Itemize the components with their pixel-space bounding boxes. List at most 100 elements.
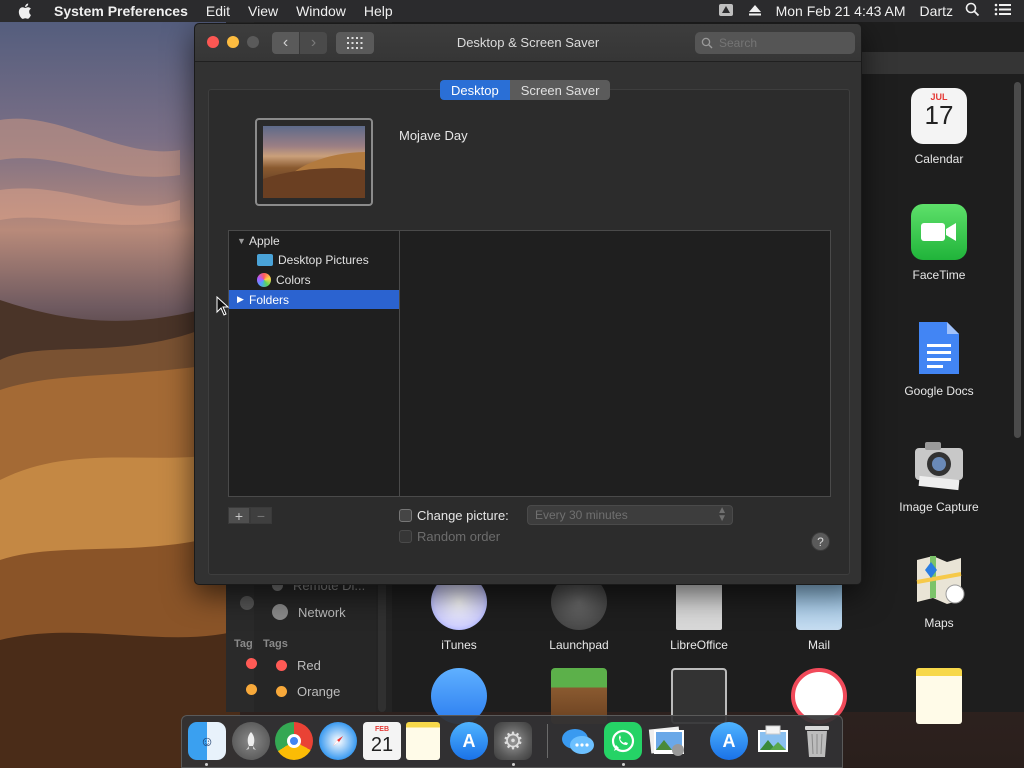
wallpaper-thumbnail (263, 126, 365, 198)
app-launchpad[interactable]: Launchpad (524, 574, 634, 652)
sidebar-item-hidden (240, 596, 264, 610)
dock-messages[interactable] (559, 722, 597, 760)
change-interval-value: Every 30 minutes (535, 508, 628, 522)
change-interval-select[interactable]: Every 30 minutes ▲ ▼ (527, 505, 733, 525)
dock-notes[interactable] (406, 722, 440, 760)
app-calendar[interactable]: JUL 17 Calendar (884, 88, 994, 166)
app-label: FaceTime (912, 268, 966, 282)
search-field[interactable] (695, 32, 855, 54)
add-folder-button[interactable]: + (228, 507, 250, 524)
desktop-screensaver-window: ‹ › Desktop & Screen Saver Desktop Scree… (194, 23, 862, 585)
app-image-capture[interactable]: Image Capture (884, 436, 994, 514)
menu-bar: System Preferences Edit View Window Help… (0, 0, 1024, 22)
source-colors[interactable]: Colors (229, 270, 399, 289)
calendar-day: 17 (924, 100, 954, 130)
whatsapp-icon (611, 729, 635, 753)
menu-help[interactable]: Help (364, 3, 393, 19)
compass-icon (333, 736, 343, 746)
image-viewer-icon (758, 725, 788, 752)
app-notes-partial[interactable] (884, 668, 994, 724)
color-wheel-icon (257, 272, 271, 287)
finder-toolbar-search[interactable] (862, 52, 1024, 74)
app-maps[interactable]: Maps (884, 552, 994, 630)
preview-photos-icon (648, 726, 684, 756)
globe-icon (240, 596, 254, 610)
orange-tag-dot-icon (276, 686, 287, 697)
disclosure-triangle-right-icon[interactable]: ▶ (237, 294, 247, 305)
folder-icon (257, 253, 273, 266)
trash-icon (805, 726, 829, 757)
dock-separator (547, 724, 548, 758)
app-libreoffice[interactable]: LibreOffice (644, 574, 754, 652)
random-order-checkbox[interactable] (399, 530, 412, 543)
sidebar-scrollbar[interactable] (378, 572, 386, 712)
source-apple[interactable]: ▼ Apple (229, 231, 399, 250)
dock-finder[interactable]: ☺ (188, 722, 226, 760)
finder-scrollbar[interactable] (1014, 82, 1021, 438)
change-picture-checkbox[interactable] (399, 509, 412, 522)
dock-chrome[interactable] (275, 722, 313, 760)
menu-clock[interactable]: Mon Feb 21 4:43 AM (776, 3, 906, 19)
sidebar-tag-red[interactable]: Red (276, 658, 321, 673)
dock-calendar-month: FEB (375, 726, 389, 733)
app-mail[interactable]: Mail (764, 574, 874, 652)
random-order-label: Random order (417, 529, 501, 544)
chevron-up-down-icon: ▲ ▼ (717, 505, 727, 524)
sidebar-item-label: Network (298, 604, 346, 620)
sidebar-item-network[interactable]: Network (272, 604, 346, 620)
network-globe-icon (272, 604, 288, 620)
disclosure-triangle-down-icon[interactable]: ▼ (237, 236, 247, 246)
sidebar-tags-header: Tags (263, 638, 288, 650)
dock-app-store-2[interactable]: A (710, 722, 748, 760)
tab-screen-saver[interactable]: Screen Saver (509, 80, 611, 100)
menu-window[interactable]: Window (296, 3, 346, 19)
source-label: Colors (276, 272, 311, 287)
rocket-icon (246, 732, 256, 750)
sidebar-tag-orange[interactable]: Orange (276, 684, 340, 699)
dock-app-store[interactable]: A (450, 722, 488, 760)
tab-desktop[interactable]: Desktop (440, 80, 510, 100)
spotlight-search-icon[interactable] (965, 2, 980, 20)
source-desktop-pictures[interactable]: Desktop Pictures (229, 250, 399, 269)
dock-running-indicator (512, 763, 515, 766)
help-button[interactable]: ? (811, 532, 830, 551)
dock-trash[interactable] (798, 722, 836, 760)
app-store-a-icon: A (722, 730, 736, 751)
dock-image-viewer[interactable] (754, 722, 792, 760)
dock-whatsapp[interactable] (604, 722, 642, 760)
notes-icon (916, 668, 962, 724)
app-label: Maps (924, 616, 954, 630)
app-google-docs[interactable]: Google Docs (884, 320, 994, 398)
change-picture-label: Change picture: (417, 508, 509, 523)
dock-launchpad[interactable] (232, 722, 270, 760)
menu-edit[interactable]: Edit (206, 3, 230, 19)
gear-icon: ⚙ (502, 727, 524, 755)
drive-status-icon[interactable] (718, 3, 734, 20)
app-label: Google Docs (904, 384, 974, 398)
app-label: Image Capture (899, 500, 979, 514)
dock: ☺ FEB 21 A ⚙ A (181, 715, 843, 768)
maps-icon (911, 552, 967, 608)
search-icon (701, 37, 713, 49)
facetime-camera-icon (911, 204, 967, 260)
dock-system-preferences[interactable]: ⚙ (494, 722, 532, 760)
menu-user[interactable]: Dartz (920, 3, 953, 19)
menu-view[interactable]: View (248, 3, 278, 19)
dock-preview[interactable] (648, 722, 686, 760)
dock-safari[interactable] (319, 722, 357, 760)
remove-folder-button[interactable]: − (250, 507, 272, 524)
tag-label: Orange (297, 684, 341, 699)
menu-app-name[interactable]: System Preferences (54, 3, 188, 19)
app-itunes[interactable]: iTunes (404, 574, 514, 652)
add-remove-folder-controls: + − (228, 507, 272, 524)
app-facetime[interactable]: FaceTime (884, 204, 994, 282)
sidebar-tag-dot-behind (246, 658, 267, 669)
apple-menu-icon[interactable] (18, 3, 38, 19)
dock-running-indicator (205, 763, 208, 766)
eject-icon[interactable] (748, 3, 762, 19)
search-input[interactable] (719, 36, 839, 50)
current-wallpaper-preview (255, 118, 373, 206)
dock-calendar[interactable]: FEB 21 (363, 722, 401, 760)
source-folders[interactable]: ▶ Folders (229, 290, 399, 309)
notification-center-icon[interactable] (994, 3, 1012, 19)
